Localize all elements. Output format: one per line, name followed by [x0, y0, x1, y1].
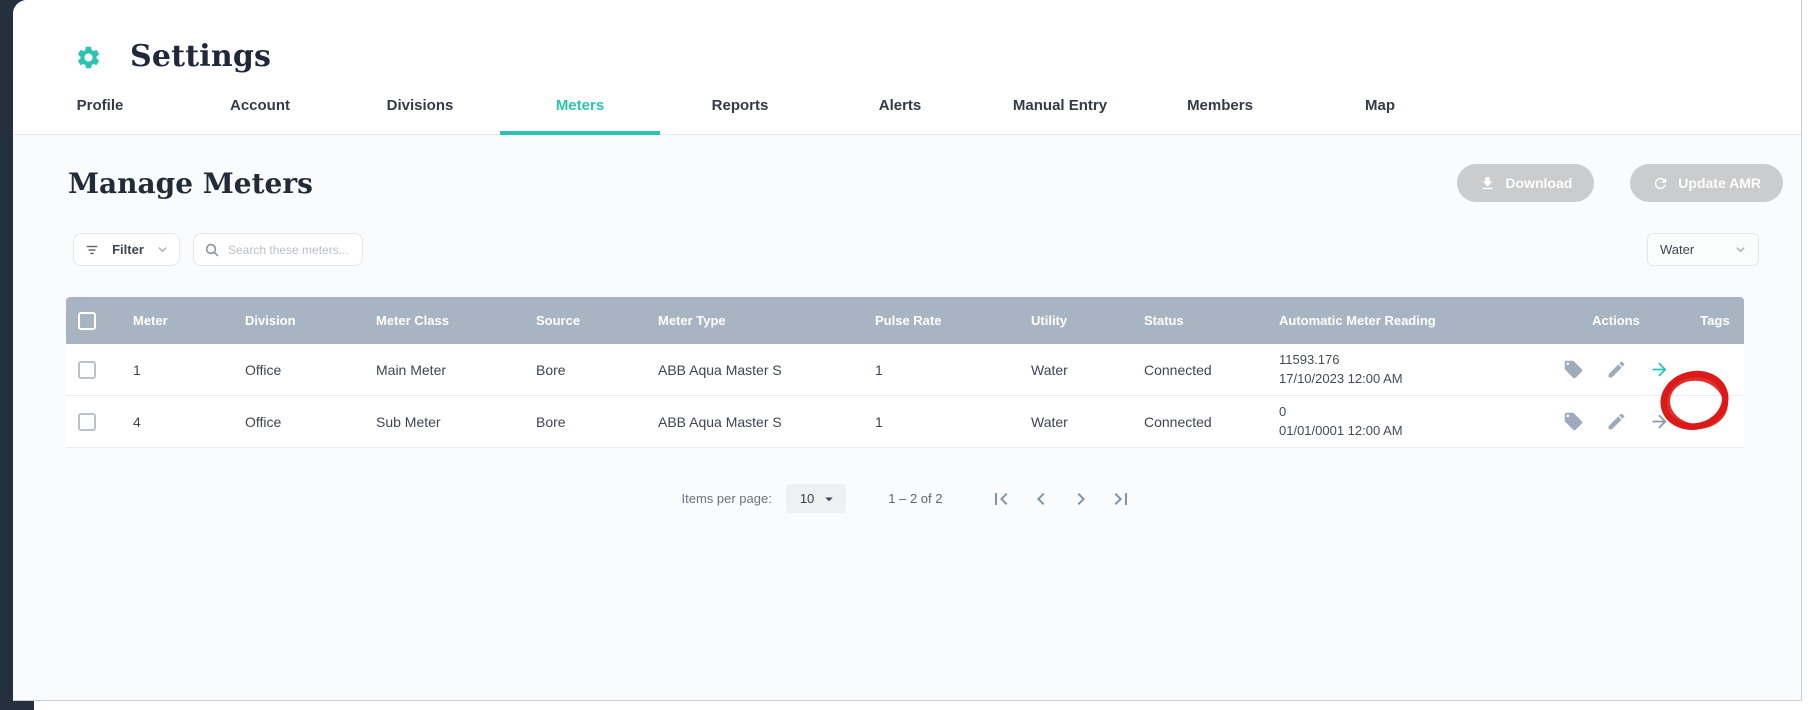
- column-header-actions: Actions: [1592, 313, 1640, 328]
- column-header-tags: Tags: [1700, 313, 1730, 328]
- cell-meter-class: Sub Meter: [376, 413, 441, 430]
- filter-label: Filter: [112, 242, 144, 257]
- download-icon: [1482, 176, 1493, 189]
- select-all-checkbox[interactable]: [78, 311, 96, 330]
- prev-page-button[interactable]: [1029, 487, 1053, 511]
- column-header-status: Status: [1144, 313, 1184, 328]
- amr-reading: 0: [1279, 403, 1287, 419]
- first-page-button[interactable]: [989, 487, 1013, 511]
- tab-meters[interactable]: Meters: [500, 76, 660, 135]
- section-title: Manage Meters: [68, 166, 313, 200]
- meters-table: Meter Division Meter Class Source Meter …: [66, 297, 1744, 448]
- table-row-meter-1: 1 Office Main Meter Bore ABB Aqua Master…: [66, 344, 1744, 430]
- meters-content: Manage Meters Download Update AMR Filter…: [13, 135, 1801, 700]
- filter-dropdown[interactable]: Filter: [73, 233, 180, 266]
- update-amr-button-label: Update AMR: [1678, 175, 1761, 191]
- cell-pulse-rate: 1: [875, 413, 883, 430]
- column-header-utility: Utility: [1031, 313, 1068, 328]
- update-amr-button[interactable]: Update AMR: [1630, 164, 1783, 202]
- amr-timestamp: 01/01/0001 12:00 AM: [1279, 422, 1403, 438]
- arrow-right-icon: [1652, 414, 1666, 429]
- app-header: Settings: [13, 0, 1801, 76]
- settings-tab-bar: Profile Account Divisions Meters Reports…: [13, 76, 1801, 135]
- chevron-left-icon: [1036, 492, 1044, 505]
- chevron-right-icon: [1077, 492, 1085, 505]
- items-per-page-value: 10: [799, 491, 815, 506]
- cell-utility: Water: [1031, 413, 1068, 430]
- search-box: [193, 233, 363, 266]
- caret-down-icon: [825, 497, 834, 501]
- cell-meter: 4: [133, 413, 141, 430]
- edit-action-button[interactable]: [1606, 359, 1627, 380]
- gear-icon: [77, 46, 100, 69]
- tab-account[interactable]: Account: [180, 76, 340, 134]
- arrow-right-icon: [1652, 362, 1666, 377]
- search-input[interactable]: [228, 242, 348, 257]
- cell-meter-type: ABB Aqua Master S: [658, 361, 782, 378]
- page-title: Settings: [130, 39, 272, 74]
- first-page-icon: [994, 492, 1007, 505]
- amr-reading: 11593.176: [1279, 351, 1340, 367]
- edit-action-button[interactable]: [1606, 411, 1627, 432]
- cell-source: Bore: [536, 413, 566, 430]
- search-icon: [205, 243, 219, 257]
- cell-source: Bore: [536, 361, 566, 378]
- refresh-icon: [1655, 177, 1667, 189]
- tab-manual-entry[interactable]: Manual Entry: [980, 76, 1140, 134]
- chevron-down-icon: [1736, 247, 1745, 253]
- tab-members[interactable]: Members: [1140, 76, 1300, 134]
- last-page-icon: [1114, 492, 1127, 505]
- amr-timestamp: 17/10/2023 12:00 AM: [1279, 370, 1403, 386]
- details-action-button[interactable]: [1649, 359, 1729, 430]
- chevron-down-icon: [158, 247, 167, 253]
- utility-filter-select[interactable]: Water: [1647, 233, 1759, 266]
- cell-division: Office: [245, 413, 282, 430]
- details-action-button[interactable]: [1649, 411, 1670, 432]
- cell-meter: 1: [133, 361, 141, 378]
- paginator: Items per page: 10 1 – 2 of 2: [13, 484, 1801, 513]
- tab-divisions[interactable]: Divisions: [340, 76, 500, 134]
- next-page-button[interactable]: [1069, 487, 1093, 511]
- last-page-button[interactable]: [1109, 487, 1133, 511]
- column-header-meter-class: Meter Class: [376, 313, 449, 328]
- cell-pulse-rate: 1: [875, 361, 883, 378]
- cell-meter-type: ABB Aqua Master S: [658, 413, 782, 430]
- column-header-pulse-rate: Pulse Rate: [875, 313, 942, 328]
- utility-filter-value: Water: [1660, 242, 1695, 257]
- pencil-icon: [1608, 413, 1624, 430]
- filter-icon: [86, 245, 98, 254]
- cell-status: Connected: [1144, 413, 1212, 430]
- tag-action-button[interactable]: [1563, 359, 1584, 380]
- items-per-page-label: Items per page:: [681, 491, 772, 506]
- tab-alerts[interactable]: Alerts: [820, 76, 980, 134]
- download-button-label: Download: [1505, 175, 1573, 191]
- table-header-row: Meter Division Meter Class Source Meter …: [66, 297, 1744, 344]
- column-header-meter: Meter: [133, 313, 168, 328]
- row-checkbox[interactable]: [78, 360, 96, 379]
- page-range-label: 1 – 2 of 2: [888, 491, 943, 506]
- column-header-amr: Automatic Meter Reading: [1279, 313, 1436, 328]
- pencil-icon: [1608, 361, 1624, 378]
- tab-reports[interactable]: Reports: [660, 76, 820, 134]
- column-header-source: Source: [536, 313, 581, 328]
- column-header-division: Division: [245, 313, 296, 328]
- items-per-page-select[interactable]: 10: [785, 484, 847, 513]
- tag-icon: [1564, 412, 1582, 431]
- tab-map[interactable]: Map: [1300, 76, 1460, 134]
- cell-meter-class: Main Meter: [376, 361, 447, 378]
- table-row-meter-4: 4 Office Sub Meter Bore ABB Aqua Master …: [66, 396, 1744, 448]
- download-button[interactable]: Download: [1457, 164, 1595, 202]
- cell-status: Connected: [1144, 361, 1212, 378]
- cell-division: Office: [245, 361, 282, 378]
- column-header-meter-type: Meter Type: [658, 313, 726, 328]
- app-window: Settings Profile Account Divisions Meter…: [13, 0, 1802, 701]
- tag-action-button[interactable]: [1563, 411, 1584, 432]
- cell-utility: Water: [1031, 361, 1068, 378]
- row-checkbox[interactable]: [78, 412, 96, 431]
- tag-icon: [1564, 360, 1582, 379]
- tab-profile[interactable]: Profile: [20, 76, 180, 134]
